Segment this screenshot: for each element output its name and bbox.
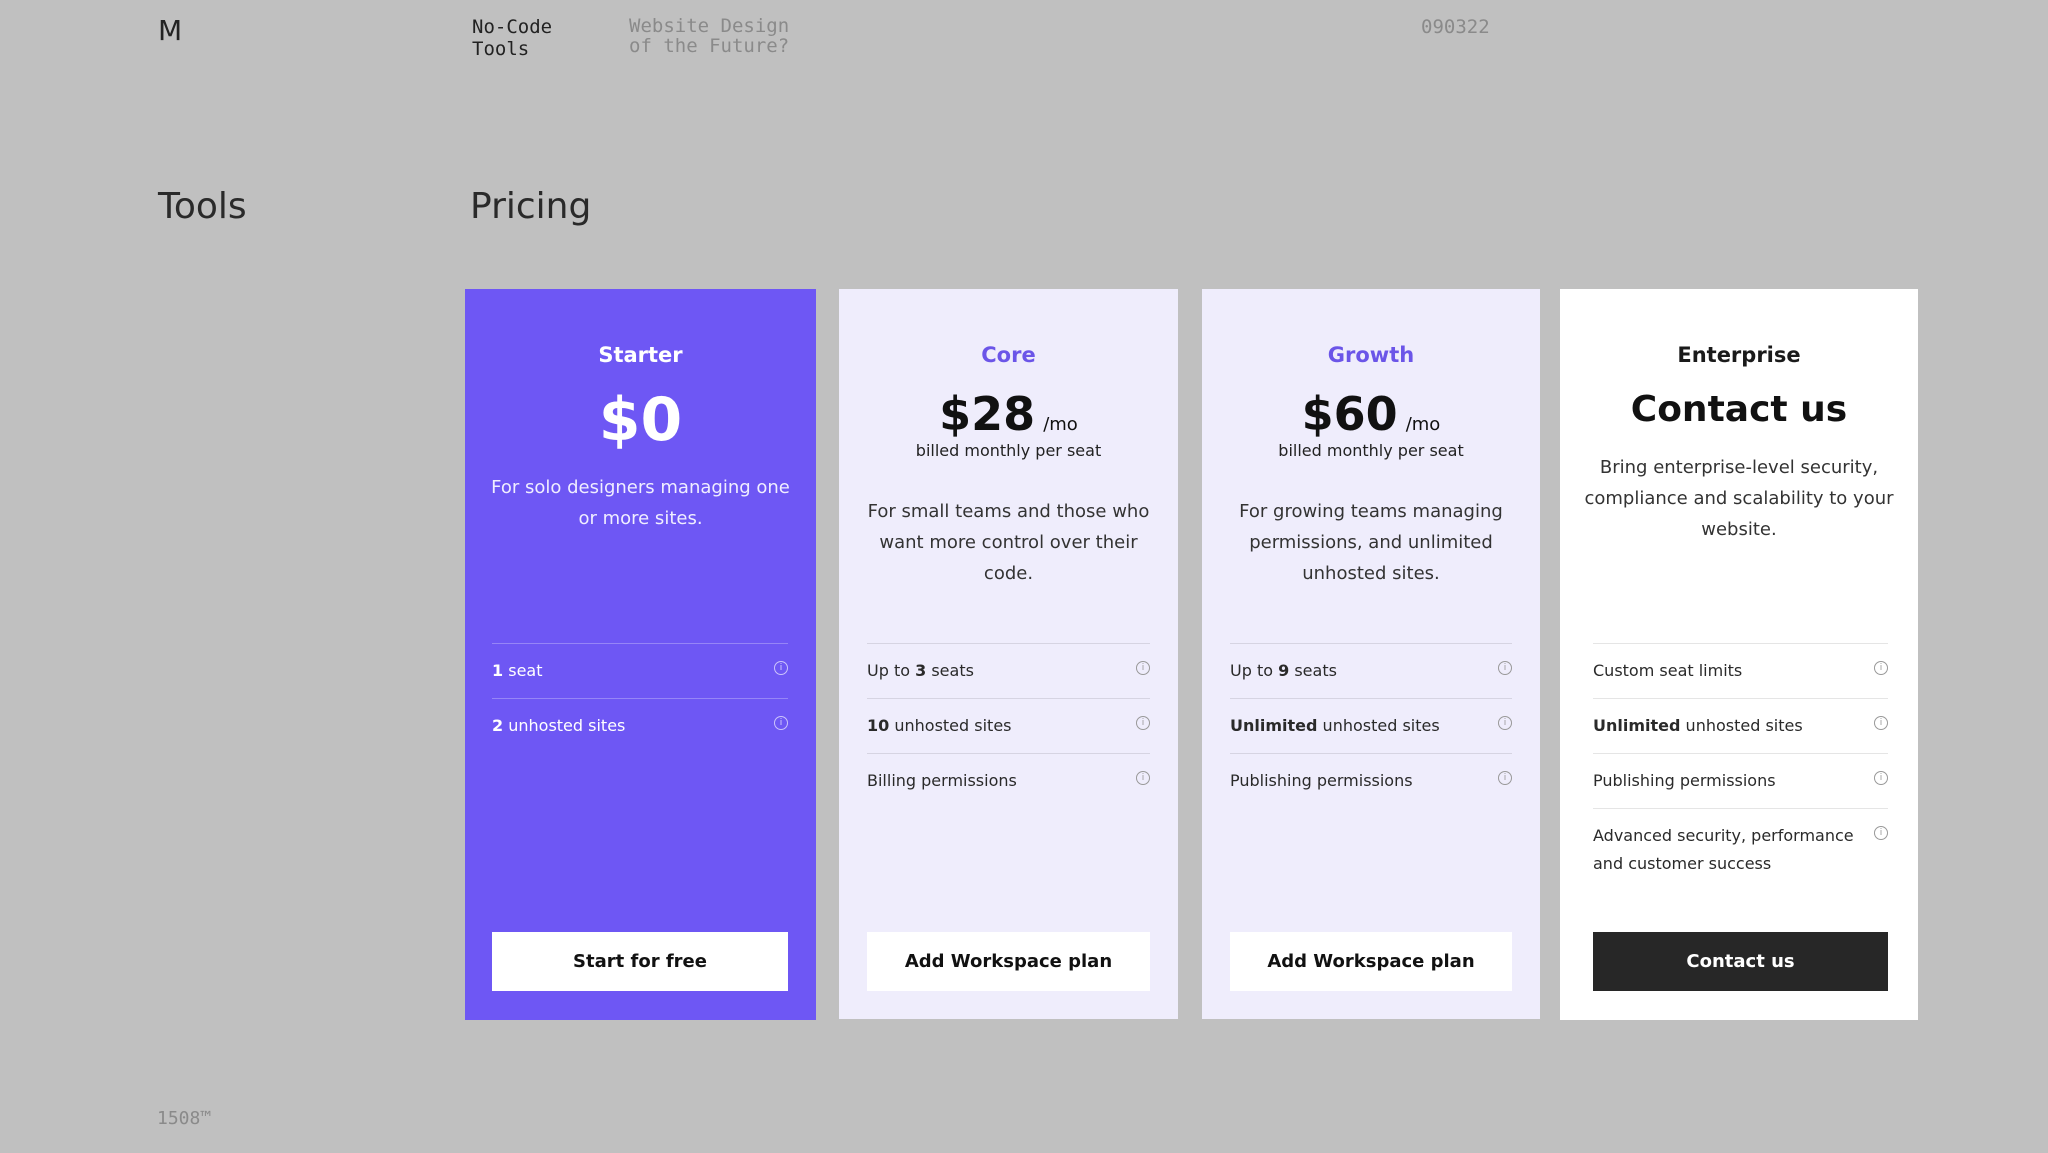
feature-item: Billing permissions i [867, 753, 1150, 808]
feature-item: 2 unhosted sites i [492, 698, 788, 753]
plan-name: Starter [598, 343, 683, 367]
plan-card-core: Core $28/mo billed monthly per seat For … [839, 289, 1178, 1019]
info-icon[interactable]: i [774, 716, 788, 730]
plan-name: Growth [1327, 343, 1415, 367]
feature-list: Up to 9 seats i Unlimited unhosted sites i… [1230, 643, 1512, 808]
feature-text: seat [503, 661, 543, 680]
plan-price: $28/mo [839, 387, 1178, 441]
feature-item: Publishing permissions i [1593, 753, 1888, 808]
plan-card-starter: Starter $0 For solo designers managing o… [465, 289, 816, 1020]
feature-list: Custom seat limits i Unlimited unhosted s… [1593, 643, 1888, 891]
feature-text: seats [1289, 661, 1337, 680]
plan-price: $60/mo [1202, 387, 1540, 441]
section-title-tools: Tools [158, 186, 247, 227]
info-icon[interactable]: i [1136, 716, 1150, 730]
feature-list: 1 seat i 2 unhosted sites i [492, 643, 788, 753]
footer-label: 1508™ [157, 1108, 212, 1129]
info-icon[interactable]: i [1874, 661, 1888, 675]
price-amount: $28 [939, 387, 1036, 441]
plan-description: For small teams and those who want more … [867, 501, 1150, 584]
feature-text: unhosted sites [503, 716, 626, 735]
feature-item: Advanced security, performance and custo… [1593, 808, 1888, 891]
plan-price: Contact us [1630, 389, 1848, 430]
feature-text: Publishing permissions [1593, 771, 1776, 790]
billing-note: billed monthly per seat [1278, 441, 1464, 460]
feature-strong: Unlimited [1230, 716, 1318, 735]
feature-item: Unlimited unhosted sites i [1230, 698, 1512, 753]
feature-strong: 9 [1278, 661, 1290, 680]
info-icon[interactable]: i [1874, 771, 1888, 785]
feature-item: Publishing permissions i [1230, 753, 1512, 808]
price-period: /mo [1043, 414, 1078, 435]
info-icon[interactable]: i [1136, 771, 1150, 785]
plan-price: $0 [598, 385, 683, 455]
add-workspace-plan-button[interactable]: Add Workspace plan [867, 932, 1150, 991]
feature-strong: 3 [915, 661, 927, 680]
billing-note: billed monthly per seat [915, 441, 1102, 460]
plan-description: For solo designers managing one or more … [491, 477, 790, 529]
info-icon[interactable]: i [1874, 716, 1888, 730]
feature-strong: 2 [492, 716, 504, 735]
info-icon[interactable]: i [1874, 826, 1888, 840]
feature-item: Up to 9 seats i [1230, 643, 1512, 698]
nav-link-no-code-tools[interactable]: No-Code Tools [472, 16, 592, 60]
info-icon[interactable]: i [1498, 771, 1512, 785]
feature-prefix: Up to [1230, 661, 1279, 680]
feature-text: unhosted sites [1680, 716, 1803, 735]
feature-strong: 1 [492, 661, 504, 680]
feature-text: Custom seat limits [1593, 661, 1743, 680]
feature-text: seats [926, 661, 974, 680]
info-icon[interactable]: i [1498, 716, 1512, 730]
price-amount: $60 [1301, 387, 1398, 441]
feature-text: Publishing permissions [1230, 771, 1413, 790]
feature-item: Up to 3 seats i [867, 643, 1150, 698]
feature-item: 10 unhosted sites i [867, 698, 1150, 753]
plan-card-growth: Growth $60/mo billed monthly per seat Fo… [1202, 289, 1540, 1019]
start-for-free-button[interactable]: Start for free [492, 932, 788, 991]
feature-item: Unlimited unhosted sites i [1593, 698, 1888, 753]
price-period: /mo [1405, 414, 1441, 435]
plan-card-enterprise: Enterprise Contact us Bring enterprise-l… [1560, 289, 1918, 1020]
info-icon[interactable]: i [1498, 661, 1512, 675]
nav-link-website-design[interactable]: Website Design of the Future? [629, 16, 809, 56]
plan-description: For growing teams managing permissions, … [1239, 501, 1503, 584]
info-icon[interactable]: i [1136, 661, 1150, 675]
feature-item: Custom seat limits i [1593, 643, 1888, 698]
feature-item: 1 seat i [492, 643, 788, 698]
info-icon[interactable]: i [774, 661, 788, 675]
plan-description: Bring enterprise-level security, complia… [1584, 457, 1894, 540]
feature-text: unhosted sites [1317, 716, 1440, 735]
feature-text: unhosted sites [889, 716, 1012, 735]
feature-text: Billing permissions [867, 771, 1017, 790]
feature-strong: Unlimited [1593, 716, 1681, 735]
plan-name: Enterprise [1677, 343, 1801, 367]
feature-text: Advanced security, performance and custo… [1593, 826, 1854, 873]
feature-prefix: Up to [867, 661, 916, 680]
plan-name: Core [981, 343, 1036, 367]
section-title-pricing: Pricing [470, 186, 592, 227]
add-workspace-plan-button[interactable]: Add Workspace plan [1230, 932, 1512, 991]
feature-strong: 10 [867, 716, 890, 735]
contact-us-button[interactable]: Contact us [1593, 932, 1888, 991]
feature-list: Up to 3 seats i 10 unhosted sites i Billin… [867, 643, 1150, 808]
issue-code: 090322 [1421, 16, 1490, 38]
logo[interactable]: M [158, 14, 182, 47]
